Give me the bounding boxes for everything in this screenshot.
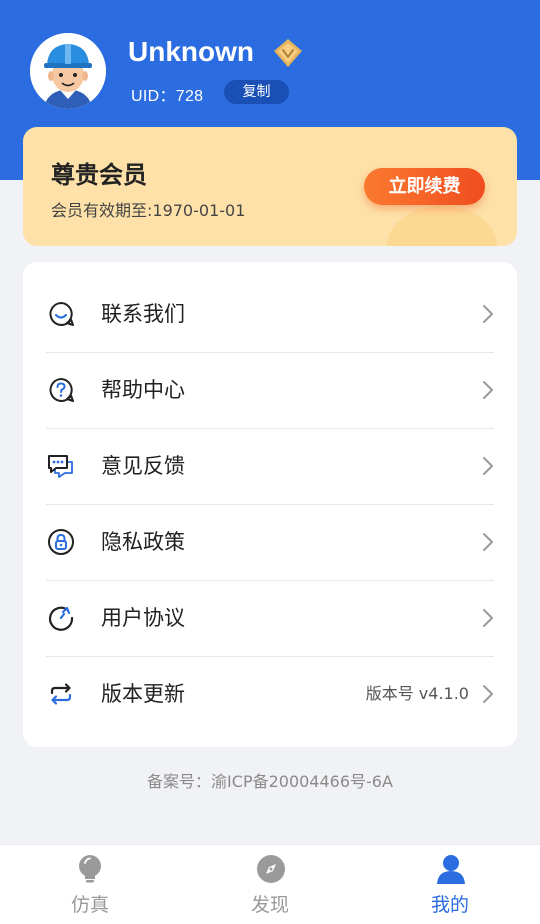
chevron-right-icon <box>482 608 494 628</box>
bulb-icon <box>76 854 104 884</box>
tab-simulation[interactable]: 仿真 <box>40 845 140 924</box>
menu-item-user-agreement[interactable]: 用户协议 <box>23 580 517 656</box>
agreement-refresh-icon <box>47 604 75 632</box>
copy-uid-button[interactable]: 复制 <box>224 80 289 104</box>
menu-list: 联系我们 帮助中心 意见反馈 隐私政策 用户协议 版本更新 版本号 v4.1.0 <box>23 262 517 747</box>
renew-button[interactable]: 立即续费 <box>364 168 485 205</box>
chevron-right-icon <box>482 532 494 552</box>
menu-item-label: 帮助中心 <box>101 378 185 402</box>
tab-label: 我的 <box>430 894 469 916</box>
menu-item-label: 联系我们 <box>101 302 185 326</box>
help-question-icon <box>47 376 75 404</box>
worker-avatar-icon <box>30 33 106 109</box>
menu-item-label: 意见反馈 <box>101 454 185 478</box>
compass-icon <box>256 854 285 884</box>
tab-label: 仿真 <box>70 894 109 916</box>
update-sync-icon <box>47 680 75 708</box>
menu-item-feedback[interactable]: 意见反馈 <box>23 428 517 504</box>
chevron-right-icon <box>482 684 494 704</box>
version-number: 版本号 v4.1.0 <box>365 684 469 703</box>
bottom-tab-bar: 仿真 发现 我的 <box>0 844 540 924</box>
feedback-chat-icon <box>47 452 75 480</box>
uid-text: UID：728 <box>131 88 204 105</box>
chevron-right-icon <box>482 380 494 400</box>
user-icon <box>436 854 465 884</box>
menu-item-help-center[interactable]: 帮助中心 <box>23 352 517 428</box>
tab-discover[interactable]: 发现 <box>220 845 320 924</box>
privacy-lock-icon <box>47 528 75 556</box>
menu-item-privacy-policy[interactable]: 隐私政策 <box>23 504 517 580</box>
chevron-right-icon <box>482 456 494 476</box>
menu-item-label: 隐私政策 <box>101 530 185 554</box>
username: Unknown <box>128 36 254 67</box>
avatar[interactable] <box>30 33 106 109</box>
menu-item-label: 用户协议 <box>101 606 185 630</box>
gold-diamond-icon <box>272 38 304 68</box>
chevron-right-icon <box>482 304 494 324</box>
tab-mine[interactable]: 我的 <box>400 845 500 924</box>
menu-item-version-update[interactable]: 版本更新 版本号 v4.1.0 <box>23 656 517 732</box>
vip-decoration <box>387 206 497 246</box>
icp-record: 备案号：渝ICP备20004466号-6A <box>147 772 393 791</box>
vip-card: 尊贵会员 会员有效期至:1970-01-01 立即续费 <box>23 127 517 246</box>
tab-label: 发现 <box>250 894 289 916</box>
vip-expire-date: 会员有效期至:1970-01-01 <box>51 201 246 220</box>
smile-chat-icon <box>47 300 75 328</box>
menu-item-contact-us[interactable]: 联系我们 <box>23 276 517 352</box>
vip-title: 尊贵会员 <box>51 161 147 189</box>
menu-item-label: 版本更新 <box>101 682 185 706</box>
